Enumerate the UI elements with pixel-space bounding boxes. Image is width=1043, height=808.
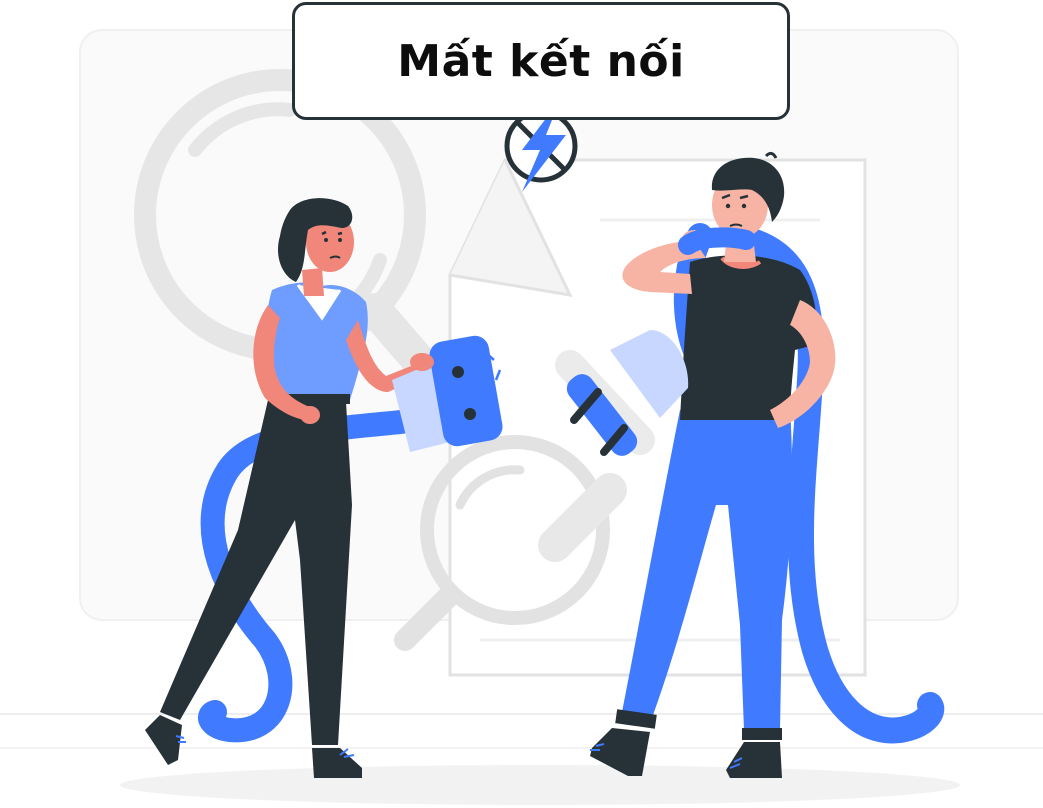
status-title: Mất kết nối xyxy=(397,35,685,87)
disconnected-illustration xyxy=(0,29,1043,805)
ground-shadow xyxy=(120,765,960,805)
status-title-box: Mất kết nối xyxy=(292,2,790,120)
woman-shoe-left xyxy=(145,715,182,765)
woman-shoe-right xyxy=(312,748,362,778)
